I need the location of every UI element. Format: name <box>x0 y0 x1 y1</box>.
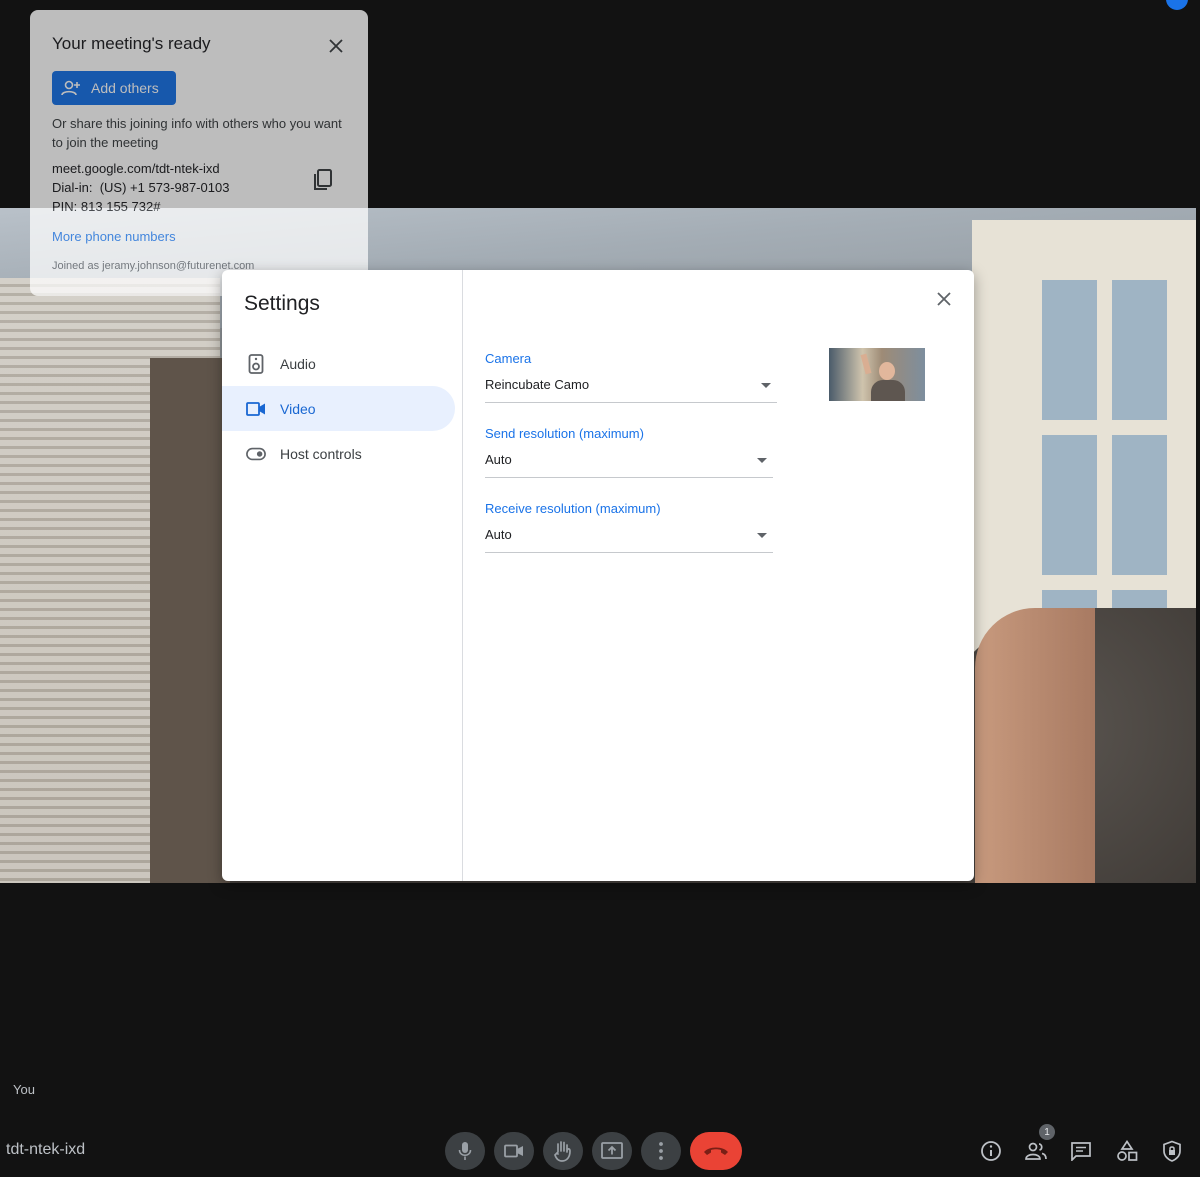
camera-label: Camera <box>485 351 532 366</box>
add-others-button[interactable]: Add others <box>52 71 176 105</box>
pin-label: PIN: <box>52 199 78 214</box>
joining-info: meet.google.com/tdt-ntek-ixd Dial-in: (U… <box>52 159 229 216</box>
nav-item-video[interactable]: Video <box>222 386 455 431</box>
nav-item-host-controls[interactable]: Host controls <box>222 431 455 476</box>
dial-in-line: Dial-in: (US) +1 573-987-0103 <box>52 178 229 197</box>
meeting-ready-title: Your meeting's ready <box>52 34 211 53</box>
send-resolution-label: Send resolution (maximum) <box>485 426 644 441</box>
toggle-icon <box>246 444 266 464</box>
send-resolution-field: Send resolution (maximum) Auto <box>485 426 773 478</box>
video-person-arm <box>975 608 1095 883</box>
dropdown-arrow-icon <box>757 458 767 463</box>
meeting-details-button[interactable] <box>979 1139 1003 1163</box>
camera-preview <box>829 348 925 401</box>
videocam-icon <box>246 399 266 419</box>
present-screen-button[interactable] <box>592 1132 632 1170</box>
settings-content: Camera Reincubate Camo Send resolution (… <box>463 270 974 881</box>
camera-field: Camera Reincubate Camo <box>485 351 777 403</box>
activities-button[interactable] <box>1115 1139 1139 1163</box>
close-icon[interactable] <box>328 38 344 54</box>
activities-icon <box>1117 1140 1138 1161</box>
receive-resolution-field: Receive resolution (maximum) Auto <box>485 501 773 553</box>
end-call-icon <box>704 1147 728 1155</box>
nav-item-label: Video <box>280 400 316 417</box>
nav-item-label: Host controls <box>280 445 362 462</box>
self-tile-label: You <box>13 1082 35 1097</box>
copy-icon[interactable] <box>312 168 334 192</box>
close-icon[interactable] <box>936 291 952 307</box>
dial-in-number: (US) +1 573-987-0103 <box>99 180 230 195</box>
pin-line: PIN: 813 155 732# <box>52 197 229 216</box>
settings-nav: Settings Audio Video Host controls <box>222 270 463 881</box>
add-person-icon <box>61 80 80 96</box>
send-resolution-value: Auto <box>485 452 512 467</box>
video-shadow <box>150 358 230 883</box>
settings-title: Settings <box>244 292 320 315</box>
raise-hand-button[interactable] <box>543 1132 583 1170</box>
dial-in-label: Dial-in: <box>52 180 93 195</box>
meeting-code: tdt-ntek-ixd <box>6 1141 86 1158</box>
host-controls-button[interactable] <box>1160 1139 1184 1163</box>
more-options-icon <box>659 1142 663 1160</box>
people-button[interactable] <box>1024 1139 1048 1163</box>
receive-resolution-label: Receive resolution (maximum) <box>485 501 661 516</box>
raise-hand-icon <box>554 1141 571 1162</box>
microphone-button[interactable] <box>445 1132 485 1170</box>
people-count-badge: 1 <box>1039 1124 1055 1140</box>
chat-button[interactable] <box>1069 1139 1093 1163</box>
add-others-label: Add others <box>91 80 159 96</box>
account-avatar[interactable] <box>1166 0 1188 10</box>
speaker-icon <box>246 353 266 374</box>
dropdown-arrow-icon <box>757 533 767 538</box>
send-resolution-select[interactable]: Auto <box>485 452 773 478</box>
receive-resolution-select[interactable]: Auto <box>485 527 773 553</box>
camera-icon <box>504 1144 523 1158</box>
receive-resolution-value: Auto <box>485 527 512 542</box>
microphone-icon <box>458 1142 472 1160</box>
camera-button[interactable] <box>494 1132 534 1170</box>
pin-value: 813 155 732# <box>80 199 161 214</box>
meeting-ready-card: Your meeting's ready Add others Or share… <box>30 10 368 296</box>
preview-arm <box>860 353 872 375</box>
more-options-button[interactable] <box>641 1132 681 1170</box>
nav-item-label: Audio <box>280 355 316 372</box>
present-screen-icon <box>601 1142 623 1159</box>
dropdown-arrow-icon <box>761 383 771 388</box>
preview-body <box>871 380 905 401</box>
more-phone-numbers-link[interactable]: More phone numbers <box>52 229 176 244</box>
people-icon <box>1025 1142 1047 1160</box>
camera-value: Reincubate Camo <box>485 377 590 392</box>
host-controls-icon <box>1163 1140 1181 1162</box>
info-icon <box>981 1141 1001 1161</box>
meeting-link[interactable]: meet.google.com/tdt-ntek-ixd <box>52 159 229 178</box>
end-call-button[interactable] <box>690 1132 742 1170</box>
share-instructions: Or share this joining info with others w… <box>52 116 342 150</box>
camera-select[interactable]: Reincubate Camo <box>485 377 777 403</box>
preview-face <box>879 362 895 380</box>
nav-item-audio[interactable]: Audio <box>222 341 455 386</box>
settings-dialog: Settings Audio Video Host controls Camer… <box>222 270 974 881</box>
chat-icon <box>1071 1142 1091 1161</box>
